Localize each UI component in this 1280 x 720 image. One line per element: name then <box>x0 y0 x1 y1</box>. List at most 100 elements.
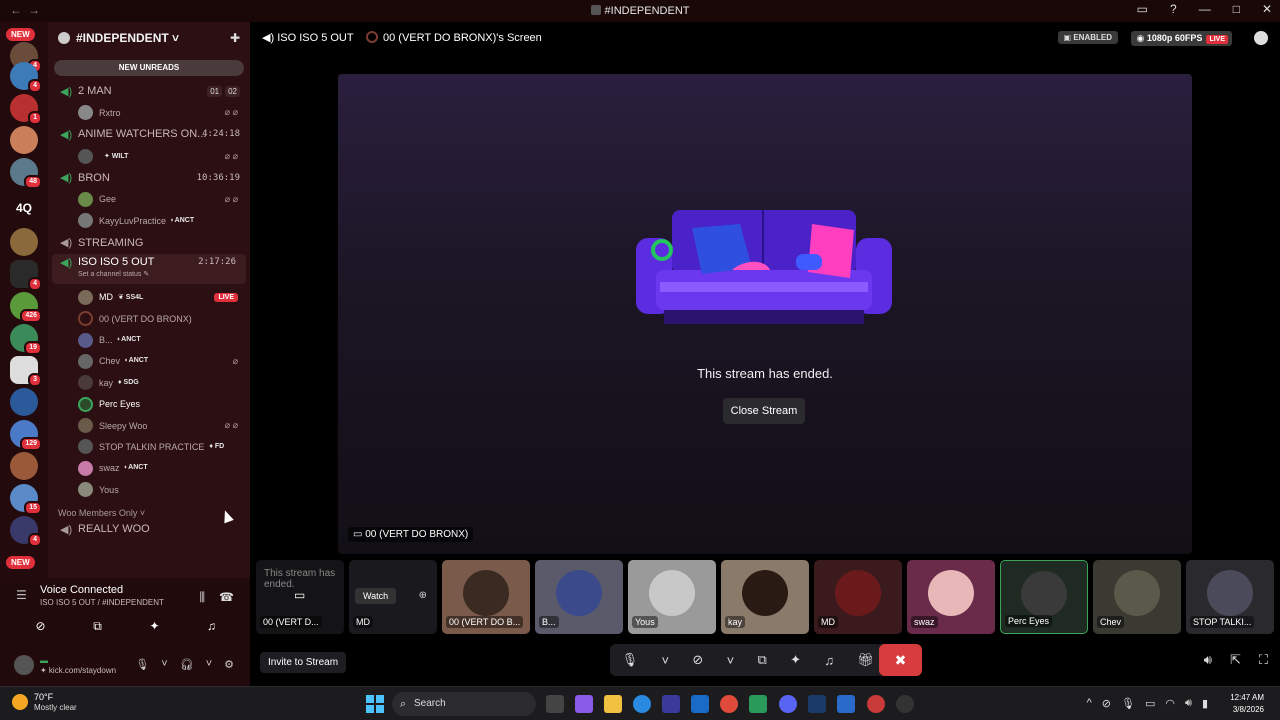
new-pill[interactable]: NEW <box>6 28 35 41</box>
wifi-icon[interactable]: ◠ <box>1165 697 1175 710</box>
voice-channel-active[interactable]: ◀) ISO ISO 5 OUT 2:17:26 Set a channel s… <box>52 253 246 284</box>
file-explorer-icon[interactable] <box>604 695 622 713</box>
voice-user[interactable]: kay ♦ SDG <box>48 372 250 393</box>
volume-icon[interactable]: 🔊︎ <box>1204 652 1212 668</box>
inbox-icon[interactable]: ▭ <box>1137 2 1148 16</box>
voice-channel-streaming[interactable]: ◀) STREAMING <box>48 232 250 254</box>
steam-icon[interactable] <box>808 695 826 713</box>
mail-icon[interactable] <box>691 695 709 713</box>
server-icon[interactable]: 129 <box>10 420 42 451</box>
voice-user[interactable]: Gee ⌀ ⌀ <box>48 189 250 210</box>
participant-tile[interactable]: MD <box>814 560 902 634</box>
app-icon[interactable] <box>749 695 767 713</box>
help-icon[interactable]: ? <box>1170 2 1177 16</box>
chat-icon[interactable] <box>1254 31 1268 45</box>
app-icon[interactable] <box>896 695 914 713</box>
microphone-icon[interactable]: 🎙︎ <box>135 658 149 671</box>
battery-icon[interactable]: ▮ <box>1202 697 1208 710</box>
server-icon[interactable]: 15 <box>10 484 42 515</box>
share-screen-button[interactable]: ⧉ <box>73 616 122 636</box>
voice-user[interactable]: 00 (VERT DO BRONX) <box>48 308 250 329</box>
watch-button[interactable]: Watch <box>355 588 397 604</box>
voice-user[interactable]: swaz ⬫ ANCT <box>48 458 250 479</box>
voice-user[interactable]: Yous <box>48 479 250 500</box>
server-icon[interactable]: 48 <box>10 158 42 189</box>
participant-tile[interactable]: STOP TALKI... <box>1186 560 1274 634</box>
server-icon[interactable] <box>10 126 38 154</box>
server-icon[interactable]: 3 <box>10 356 42 387</box>
server-4q[interactable]: 4Q <box>10 194 38 222</box>
participant-tile[interactable]: This stream has ended. ▭ 00 (VERT D... <box>256 560 344 634</box>
soundboard-icon[interactable]: ♫ <box>824 653 834 668</box>
share-screen-icon[interactable]: ⧉ <box>758 652 767 668</box>
microphone-icon[interactable]: 🎙︎ <box>622 652 639 668</box>
headphones-icon[interactable]: 🎧︎ <box>180 658 194 671</box>
voice-user[interactable]: Chev ⬫ ANCT ⌀ <box>48 351 250 372</box>
voice-channel-2man[interactable]: ◀) 2 MAN 01 02 <box>48 80 250 102</box>
server-icon[interactable]: 4 <box>10 62 42 93</box>
edge-icon[interactable] <box>633 695 651 713</box>
leave-call-button[interactable]: ✖ <box>879 644 922 676</box>
participant-tile[interactable]: Yous <box>628 560 716 634</box>
participant-tile[interactable]: B... <box>535 560 623 634</box>
camera-off-icon[interactable]: ⊘ <box>692 652 703 668</box>
server-icon[interactable]: 4 <box>10 260 42 291</box>
store-icon[interactable] <box>662 695 680 713</box>
network-icon[interactable]: ⊘ <box>1102 697 1111 710</box>
discord-icon[interactable] <box>779 695 797 713</box>
maximize-button[interactable]: □ <box>1233 2 1240 16</box>
popout-icon[interactable]: ⇱ <box>1230 652 1241 668</box>
avatar[interactable] <box>14 655 34 675</box>
start-button[interactable] <box>366 695 384 713</box>
volume-icon[interactable]: 🔊︎ <box>1185 697 1192 710</box>
voice-user[interactable]: MD ❦ SS4L LIVE <box>48 287 250 308</box>
close-stream-button[interactable]: Close Stream <box>723 398 805 424</box>
task-view-icon[interactable] <box>546 695 564 713</box>
voice-user[interactable]: ✦ WILT ⌀ ⌀ <box>48 145 250 166</box>
activities-button[interactable]: ✦ <box>130 616 179 636</box>
soundboard-button[interactable]: ♫ <box>187 616 236 636</box>
taskbar-search[interactable]: ⌕ Search <box>392 692 536 716</box>
participant-tile[interactable]: Chev <box>1093 560 1181 634</box>
voice-channel-anime[interactable]: ◀) ANIME WATCHERS ON... 4:24:18 <box>48 123 250 145</box>
voice-status[interactable]: ☰ Voice Connected ISO ISO 5 OUT / #INDEP… <box>16 584 164 607</box>
voice-user[interactable]: STOP TALKIN PRACTICE ♦ FD <box>48 436 250 457</box>
app-icon[interactable] <box>575 695 593 713</box>
voice-user[interactable]: KayyLuvPractice ⬫ ANCT <box>48 210 250 231</box>
app-icon[interactable] <box>837 695 855 713</box>
invite-to-stream-button[interactable]: Invite to Stream <box>260 652 347 673</box>
clock[interactable]: 12:47 AM 3/8/2026 <box>1230 692 1264 716</box>
server-icon[interactable] <box>10 228 38 256</box>
quality-pill[interactable]: ◉ 1080p 60FPS LIVE <box>1130 31 1232 46</box>
voice-channel-really-woo[interactable]: ◀) REALLY WOO <box>48 518 250 540</box>
popout-icon[interactable]: ⊕ <box>419 590 427 601</box>
server-icon[interactable]: 4 <box>10 516 42 547</box>
close-button[interactable]: ✕ <box>1262 2 1272 16</box>
server-icon[interactable]: 1 <box>10 94 42 125</box>
camera-off-button[interactable]: ⊘ <box>16 616 65 636</box>
chevron-down-icon[interactable]: ˅ <box>727 653 735 668</box>
enabled-pill[interactable]: ▣ ENABLED <box>1057 31 1118 44</box>
participant-tile[interactable]: swaz <box>907 560 995 634</box>
participant-tile[interactable]: 00 (VERT DO B... <box>442 560 530 634</box>
chevron-down-icon[interactable]: ˅ <box>661 653 669 668</box>
display-icon[interactable]: ▭ <box>1145 697 1155 710</box>
add-friend-icon[interactable]: ✚ <box>230 31 240 45</box>
server-icon[interactable] <box>10 452 38 480</box>
chevron-down-icon[interactable]: ˅ <box>206 658 212 671</box>
minimize-button[interactable]: — <box>1199 2 1211 16</box>
activities-icon[interactable]: ✦ <box>790 652 801 668</box>
fullscreen-icon[interactable]: ⛶ <box>1259 652 1268 668</box>
chevron-down-icon[interactable]: ˅ <box>161 658 167 671</box>
voice-user[interactable]: Sleepy Woo ⌀ ⌀ <box>48 415 250 436</box>
chrome-icon[interactable] <box>720 695 738 713</box>
channel-status[interactable]: Set a channel status ✎ <box>78 270 149 278</box>
guild-header[interactable]: #INDEPENDENT ˅ ✚ <box>48 22 250 54</box>
voice-user[interactable]: Rxtro ⌀ ⌀ <box>48 102 250 123</box>
new-unreads-pill[interactable]: NEW UNREADS <box>54 60 244 76</box>
gift-icon[interactable]: 🎁︎ <box>857 652 874 668</box>
voice-user[interactable]: Perc Eyes <box>48 394 250 415</box>
disconnect-icon[interactable]: ☎ <box>219 590 234 605</box>
user-status[interactable]: ✦ kick.com/staydown <box>40 666 116 675</box>
noise-suppression-icon[interactable]: ⫼ <box>200 590 206 605</box>
